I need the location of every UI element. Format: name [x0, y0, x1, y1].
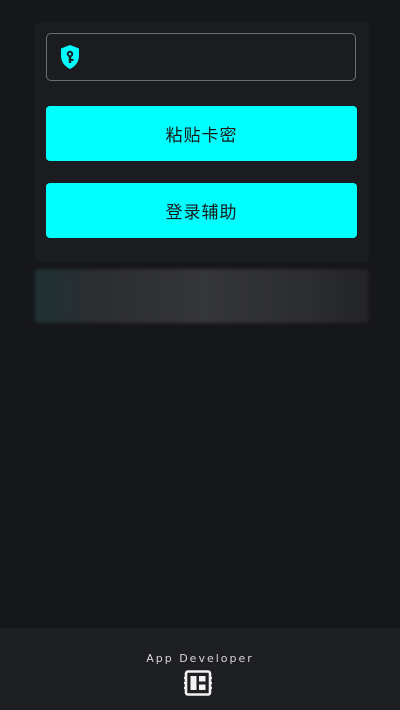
login-card: 粘贴卡密 登录辅助	[35, 22, 369, 262]
developer-label: App Developer	[146, 652, 254, 665]
card-key-field[interactable]	[46, 33, 356, 81]
app-screen: 粘贴卡密 登录辅助 App Developer	[0, 0, 400, 710]
paste-key-button[interactable]: 粘贴卡密	[46, 106, 357, 161]
notice-text	[35, 269, 369, 323]
login-assist-button[interactable]: 登录辅助	[46, 183, 357, 238]
footer: App Developer	[0, 628, 400, 710]
notice-banner	[35, 269, 369, 323]
shield-key-icon	[59, 44, 81, 70]
developer-board-icon[interactable]	[184, 670, 212, 696]
card-key-input[interactable]	[89, 36, 347, 78]
